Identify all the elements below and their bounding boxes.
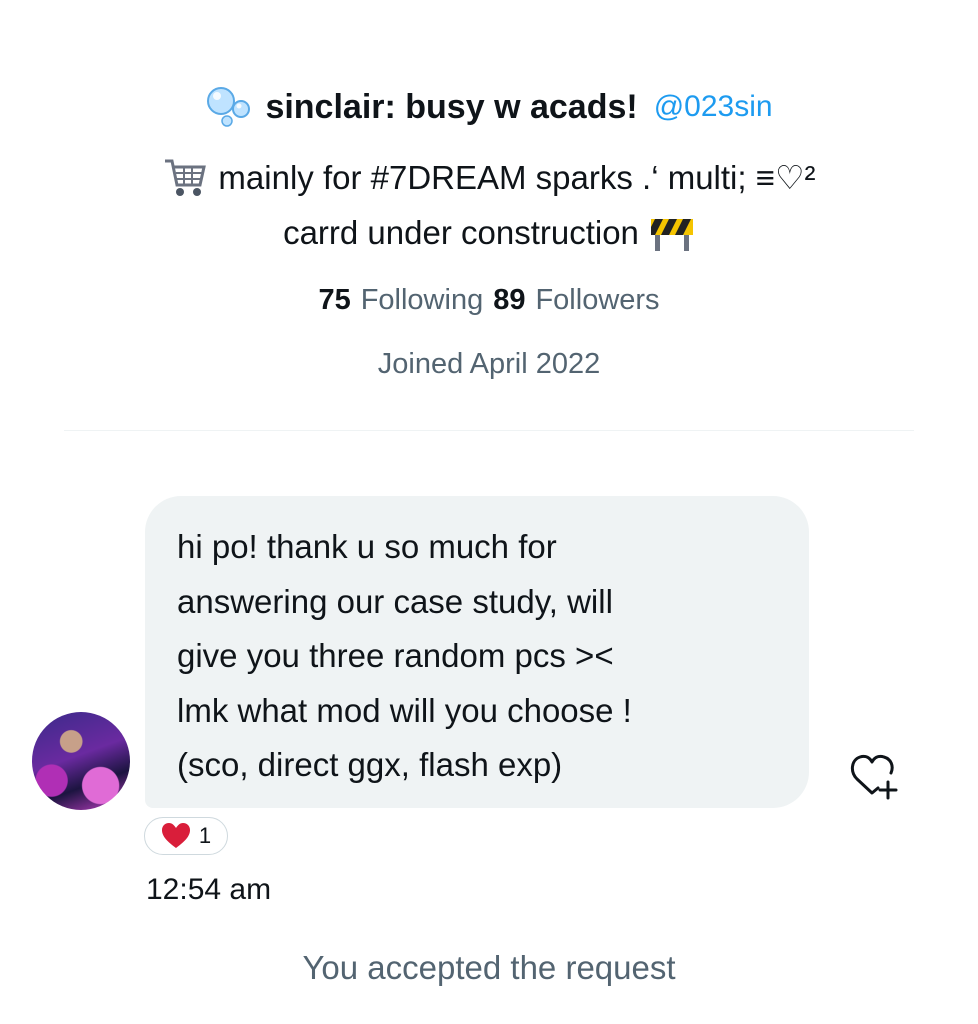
construction-icon [649, 213, 695, 253]
bio-text-1: mainly for #7DREAM sparks .‘ multi; ≡♡² [218, 158, 816, 196]
request-accepted-notice: You accepted the request [302, 949, 676, 986]
divider [64, 430, 914, 431]
reaction-pill[interactable]: 1 [144, 817, 228, 855]
red-heart-icon [161, 822, 191, 850]
following-label: Following [360, 283, 484, 316]
user-handle[interactable]: @023sin [654, 90, 773, 124]
bio-line-1: mainly for #7DREAM sparks .‘ multi; ≡♡² [0, 152, 978, 202]
following-link[interactable]: 75 Following [318, 284, 483, 317]
avatar[interactable] [32, 712, 130, 810]
reaction-count: 1 [198, 823, 212, 848]
followers-count: 89 [493, 283, 526, 316]
heart-plus-icon [851, 754, 898, 800]
bubbles-icon [205, 85, 255, 129]
display-name[interactable]: sinclair: busy w acads! [265, 88, 637, 127]
bio-text-2: carrd under construction [283, 214, 639, 251]
joined-date: Joined April 2022 [377, 348, 601, 380]
message-text: hi po! thank u so much for answering our… [177, 528, 632, 783]
followers-link[interactable]: 89 Followers [493, 284, 659, 317]
bio-line-2: carrd under construction [0, 208, 978, 258]
message-timestamp: 12:54 am [146, 873, 272, 906]
followers-label: Followers [535, 283, 660, 316]
message-bubble[interactable]: hi po! thank u so much for answering our… [145, 496, 809, 808]
following-count: 75 [318, 283, 351, 316]
shopping-cart-icon [162, 155, 208, 199]
follow-stats: 75 Following 89 Followers [0, 278, 978, 322]
add-reaction-button[interactable] [848, 748, 900, 800]
profile-name-line: sinclair: busy w acads! @023sin [0, 82, 978, 132]
